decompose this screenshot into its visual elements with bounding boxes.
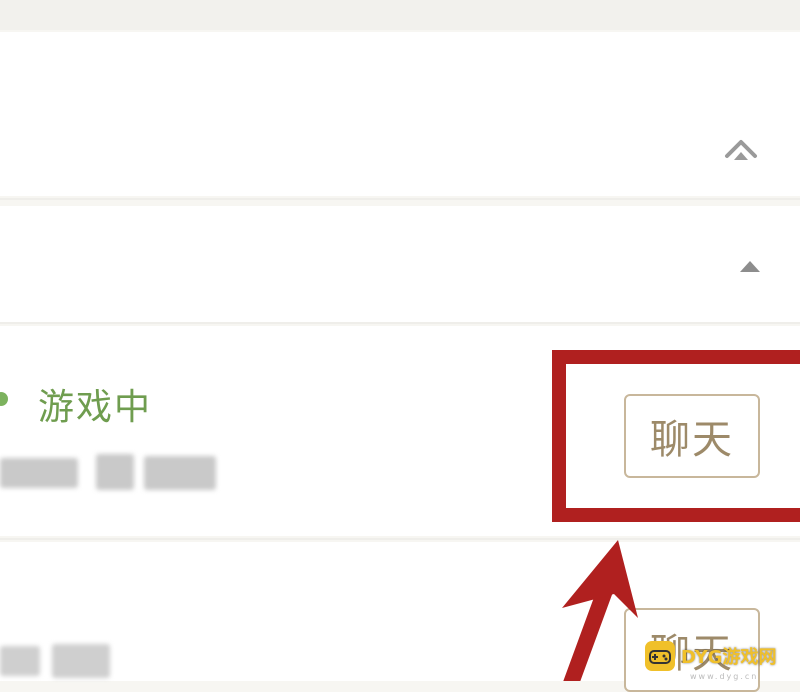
watermark-text: DYG游戏网 [681,647,777,668]
top-bar [0,0,800,30]
friend-status: 游戏中 [38,387,153,428]
chevron-up-icon[interactable] [724,136,758,162]
friend-name-blurred [0,640,110,681]
divider [0,538,800,540]
highlight-box [552,350,800,522]
friend-name-blurred [0,452,216,494]
gamepad-icon [645,641,675,671]
divider [0,198,800,200]
triangle-up-icon[interactable] [738,258,762,274]
divider [0,322,800,324]
watermark-subtext: www.dyg.cn [690,672,759,681]
watermark: DYG游戏网 [645,640,776,672]
pointer-arrow-icon [562,540,638,681]
collapsible-section [0,206,800,322]
collapsible-section [0,32,800,196]
